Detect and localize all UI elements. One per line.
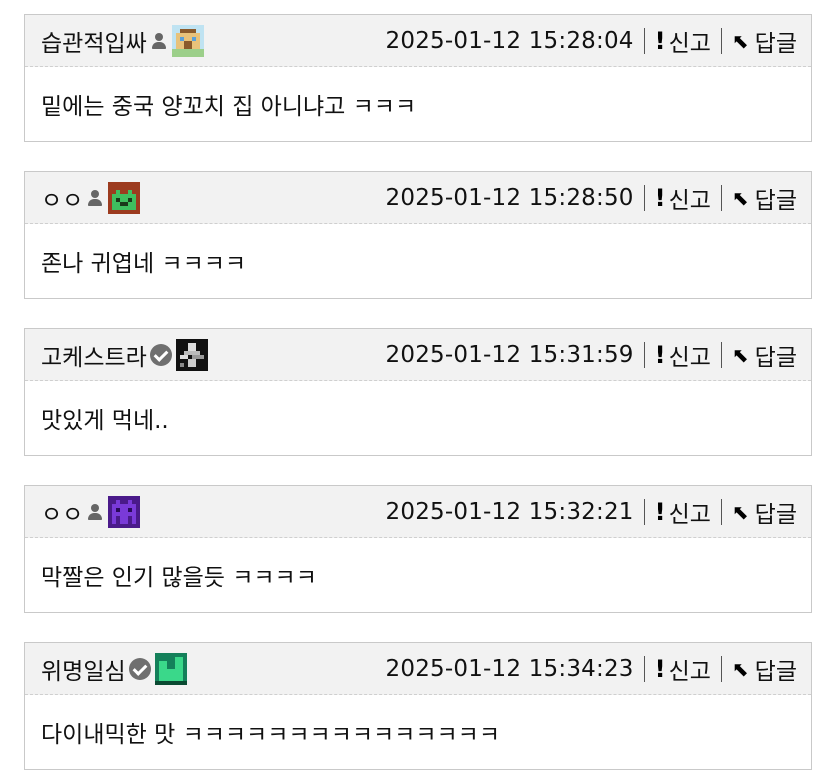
- divider: [643, 184, 645, 211]
- report-button[interactable]: ! 신고: [655, 181, 711, 215]
- reply-label: 답글: [754, 501, 797, 528]
- exclamation-icon: !: [654, 183, 666, 212]
- divider: [643, 655, 645, 682]
- comment-item: ㅇㅇ 2025-01-12 15:28:50 ! 신고 ⬉ 답글 존나 귀엽네 …: [24, 171, 812, 299]
- comment-author[interactable]: 위명일심: [41, 652, 187, 686]
- reply-arrow-icon: ⬉: [731, 499, 749, 524]
- comment-author[interactable]: ㅇㅇ: [41, 181, 141, 215]
- comment-text: 막짤은 인기 많을듯 ㅋㅋㅋㅋ: [41, 565, 317, 591]
- divider: [720, 341, 722, 368]
- comment-timestamp: 2025-01-12 15:28:50: [385, 184, 634, 211]
- divider: [643, 341, 645, 368]
- comment-header: 습관적입싸 2025-01-12 15:28:04 ! 신고 ⬉ 답글: [25, 15, 811, 67]
- reply-label: 답글: [754, 658, 797, 685]
- pixel-green-blocks-avatar: [154, 652, 187, 685]
- reply-label: 답글: [754, 344, 797, 371]
- reply-button[interactable]: ⬉ 답글: [732, 652, 797, 686]
- report-label: 신고: [668, 344, 711, 371]
- reply-label: 답글: [754, 30, 797, 57]
- user-icon: [86, 503, 104, 521]
- report-label: 신고: [668, 30, 711, 57]
- reply-arrow-icon: ⬉: [731, 342, 749, 367]
- comment-timestamp: 2025-01-12 15:32:21: [385, 498, 634, 525]
- author-nickname[interactable]: 고케스트라: [41, 338, 147, 372]
- reply-arrow-icon: ⬉: [731, 28, 749, 53]
- comment-item: 고케스트라 2025-01-12 15:31:59 ! 신고 ⬉ 답글 맛있게 …: [24, 328, 812, 456]
- reply-button[interactable]: ⬉ 답글: [732, 181, 797, 215]
- reply-button[interactable]: ⬉ 답글: [732, 495, 797, 529]
- report-button[interactable]: ! 신고: [655, 24, 711, 58]
- reply-button[interactable]: ⬉ 답글: [732, 24, 797, 58]
- divider: [720, 27, 722, 54]
- pixel-green-creature-avatar: [108, 181, 141, 214]
- comment-text: 존나 귀엽네 ㅋㅋㅋㅋ: [41, 251, 247, 277]
- divider: [643, 27, 645, 54]
- reply-arrow-icon: ⬉: [731, 656, 749, 681]
- report-label: 신고: [668, 187, 711, 214]
- report-button[interactable]: ! 신고: [655, 652, 711, 686]
- user-icon: [86, 189, 104, 207]
- comment-text: 맛있게 먹네..: [41, 408, 169, 434]
- pixel-dark-figure-avatar: [175, 338, 208, 371]
- reply-label: 답글: [754, 187, 797, 214]
- exclamation-icon: !: [654, 26, 666, 55]
- comment-timestamp: 2025-01-12 15:31:59: [385, 341, 634, 368]
- divider: [720, 184, 722, 211]
- pixel-building-avatar: [171, 24, 204, 57]
- comment-header: ㅇㅇ 2025-01-12 15:32:21 ! 신고 ⬉ 답글: [25, 486, 811, 538]
- comment-text: 밑에는 중국 양꼬치 집 아니냐고 ㅋㅋㅋ: [41, 94, 417, 120]
- author-nickname[interactable]: ㅇㅇ: [41, 495, 83, 529]
- comment-header: 고케스트라 2025-01-12 15:31:59 ! 신고 ⬉ 답글: [25, 329, 811, 381]
- exclamation-icon: !: [654, 340, 666, 369]
- comment-header: ㅇㅇ 2025-01-12 15:28:50 ! 신고 ⬉ 답글: [25, 172, 811, 224]
- exclamation-icon: !: [654, 497, 666, 526]
- comment-timestamp: 2025-01-12 15:34:23: [385, 655, 634, 682]
- comment-item: ㅇㅇ 2025-01-12 15:32:21 ! 신고 ⬉ 답글 막짤은 인기 …: [24, 485, 812, 613]
- author-nickname[interactable]: ㅇㅇ: [41, 181, 83, 215]
- verified-check-icon: [149, 343, 172, 366]
- divider: [720, 655, 722, 682]
- pixel-purple-invader-avatar: [108, 495, 141, 528]
- comment-author[interactable]: 고케스트라: [41, 338, 208, 372]
- verified-check-icon: [128, 657, 151, 680]
- divider: [643, 498, 645, 525]
- comment-timestamp: 2025-01-12 15:28:04: [385, 27, 634, 54]
- report-label: 신고: [668, 501, 711, 528]
- user-icon: [150, 32, 168, 50]
- report-button[interactable]: ! 신고: [655, 338, 711, 372]
- comment-author[interactable]: 습관적입싸: [41, 24, 204, 58]
- comment-text: 다이내믹한 맛 ㅋㅋㅋㅋㅋㅋㅋㅋㅋㅋㅋㅋㅋㅋㅋ: [41, 722, 500, 748]
- comment-header: 위명일심 2025-01-12 15:34:23 ! 신고 ⬉ 답글: [25, 643, 811, 695]
- exclamation-icon: !: [654, 654, 666, 683]
- author-nickname[interactable]: 습관적입싸: [41, 24, 147, 58]
- comment-item: 습관적입싸 2025-01-12 15:28:04 ! 신고 ⬉ 답글 밑에는 …: [24, 14, 812, 142]
- report-label: 신고: [668, 658, 711, 685]
- reply-button[interactable]: ⬉ 답글: [732, 338, 797, 372]
- divider: [720, 498, 722, 525]
- comment-author[interactable]: ㅇㅇ: [41, 495, 141, 529]
- report-button[interactable]: ! 신고: [655, 495, 711, 529]
- comment-item: 위명일심 2025-01-12 15:34:23 ! 신고 ⬉ 답글 다이내믹한…: [24, 642, 812, 770]
- reply-arrow-icon: ⬉: [731, 185, 749, 210]
- author-nickname[interactable]: 위명일심: [41, 652, 126, 686]
